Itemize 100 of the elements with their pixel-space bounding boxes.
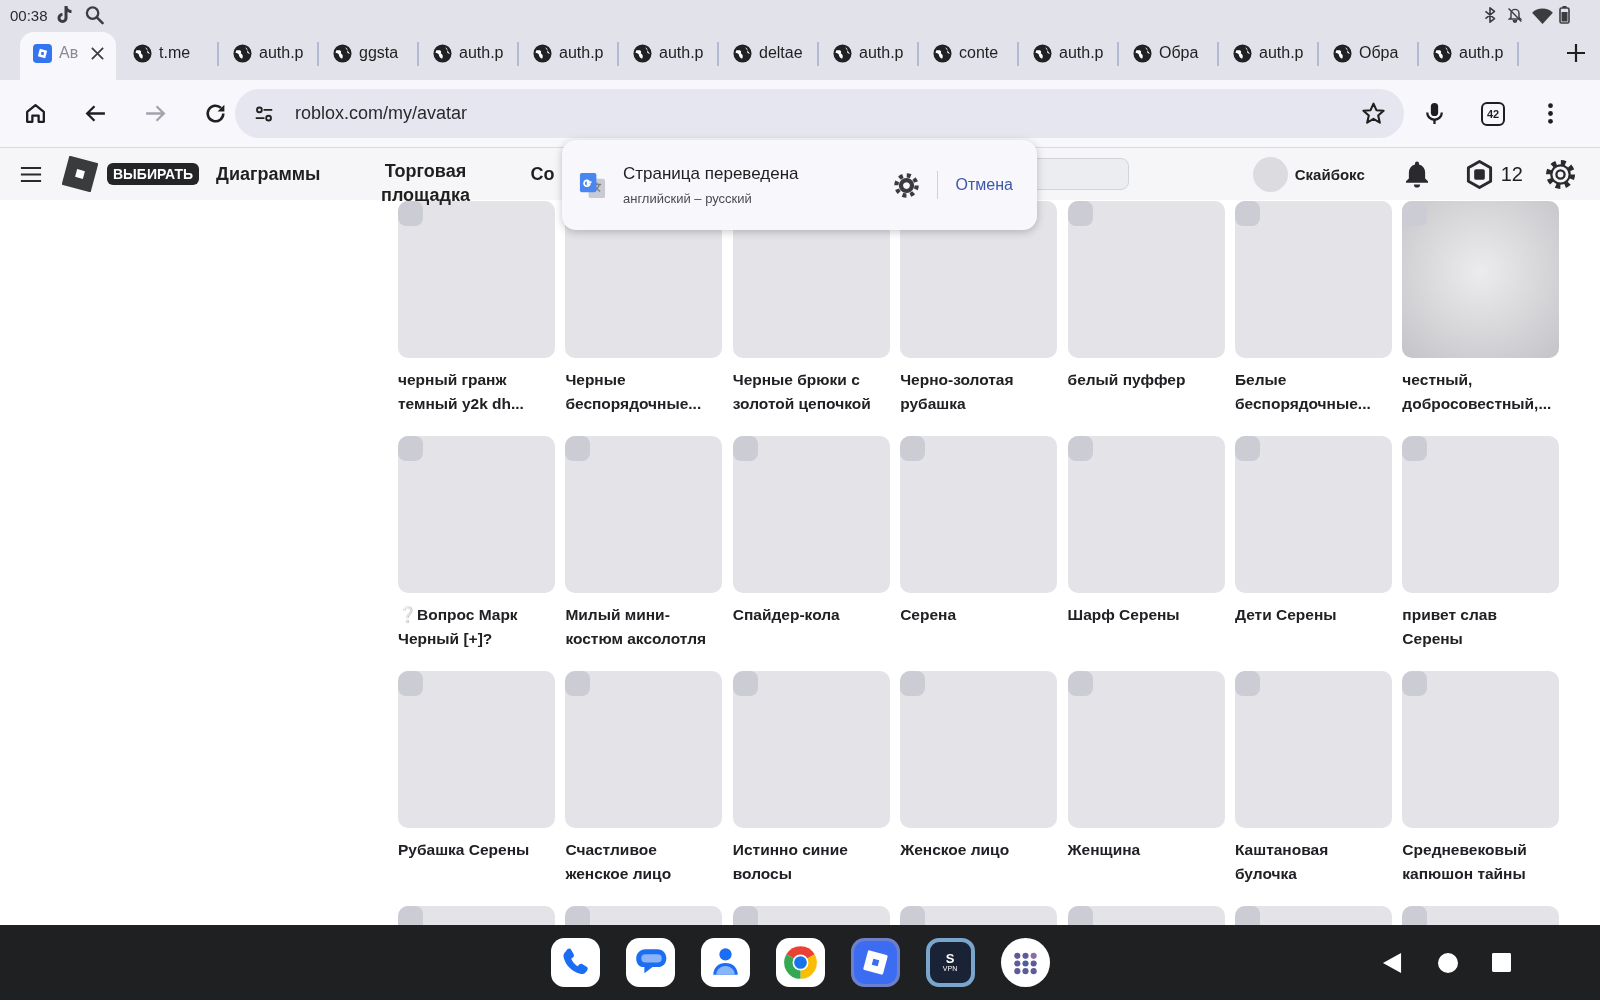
item-name[interactable]: Женщина <box>1067 838 1225 862</box>
item-name[interactable]: привет слав Серены <box>1402 603 1560 651</box>
item-name[interactable]: Женское лицо <box>900 838 1058 862</box>
item-thumbnail[interactable] <box>565 906 723 925</box>
item-thumbnail[interactable] <box>1067 201 1225 358</box>
url-text[interactable]: roblox.com/my/avatar <box>295 103 468 124</box>
item-thumbnail[interactable] <box>1234 436 1392 593</box>
globe-icon <box>233 43 252 63</box>
item-thumbnail[interactable] <box>1402 201 1560 358</box>
item-name[interactable]: Дети Серены <box>1234 603 1392 627</box>
item-thumbnail[interactable] <box>732 906 890 925</box>
bookmark-star-icon[interactable] <box>1361 101 1386 126</box>
nav-home-icon[interactable] <box>1438 952 1458 973</box>
item-name[interactable]: Милый мини-костюм аксолотля <box>565 603 723 651</box>
popup-title: Страница переведена <box>623 164 800 184</box>
close-icon[interactable] <box>90 46 105 61</box>
item-thumbnail[interactable] <box>900 671 1058 828</box>
globe-icon <box>833 43 852 63</box>
item-name[interactable]: Истинно синие волосы <box>732 838 890 886</box>
item-name[interactable]: Шарф Серены <box>1067 603 1225 627</box>
music-note-icon <box>55 5 75 25</box>
browser-app-icon[interactable] <box>775 938 825 987</box>
browser-tab[interactable]: auth.p <box>818 32 918 80</box>
browser-tab[interactable]: auth.p <box>1018 32 1118 80</box>
item-name[interactable]: Спайдер-кола <box>732 603 890 627</box>
address-bar[interactable]: roblox.com/my/avatar <box>235 89 1404 138</box>
browser-tab[interactable]: auth.p <box>1418 32 1518 80</box>
nav-back-icon[interactable] <box>1382 951 1402 974</box>
browser-tab[interactable]: auth.p <box>618 32 718 80</box>
home-icon[interactable] <box>23 101 48 126</box>
item-thumbnail[interactable] <box>1234 906 1392 925</box>
item-name[interactable]: Белые беспорядочные... <box>1234 368 1392 416</box>
item-thumbnail[interactable] <box>565 436 723 593</box>
browser-tab[interactable]: auth.p <box>1218 32 1318 80</box>
item-thumbnail[interactable] <box>398 436 555 593</box>
item-thumbnail[interactable] <box>900 906 1058 925</box>
item-thumbnail[interactable] <box>1067 436 1225 593</box>
app-favicon-icon <box>33 43 52 63</box>
bell-off-icon <box>1507 6 1523 24</box>
square-logo-app-icon[interactable] <box>850 938 900 987</box>
item-thumbnail[interactable] <box>900 436 1058 593</box>
header-badge[interactable]: ВЫБИРАТЬ <box>107 163 200 185</box>
globe-icon <box>633 43 652 63</box>
item-thumbnail[interactable] <box>565 671 723 828</box>
tab-count-button[interactable]: 42 <box>1481 101 1505 126</box>
browser-tab[interactable]: auth.p <box>518 32 618 80</box>
new-tab-icon[interactable] <box>1566 43 1586 63</box>
item-thumbnail[interactable] <box>732 671 890 828</box>
item-thumbnail[interactable] <box>398 671 555 828</box>
settings-icon[interactable] <box>1545 158 1576 190</box>
hexagon-coin-icon[interactable] <box>1464 158 1494 190</box>
browser-tab[interactable]: auth.p <box>418 32 518 80</box>
item-thumbnail[interactable] <box>1402 436 1560 593</box>
browser-tab[interactable]: Обра <box>1118 32 1218 80</box>
phone-app-icon[interactable] <box>550 938 600 987</box>
browser-tab[interactable]: Обра <box>1318 32 1418 80</box>
item-name[interactable]: Счастливое женское лицо <box>565 838 723 886</box>
browser-tab[interactable]: t.me <box>118 32 218 80</box>
globe-icon <box>1333 43 1352 63</box>
browser-tab[interactable]: conte <box>918 32 1018 80</box>
item-name[interactable]: Средневековый капюшон тайны <box>1402 838 1560 886</box>
browser-tab[interactable]: deltae <box>718 32 818 80</box>
item-name[interactable]: честный, добросовестный,... <box>1402 368 1560 416</box>
messages-app-icon[interactable] <box>625 938 675 987</box>
item-thumbnail[interactable] <box>1067 671 1225 828</box>
language-pair: английский – русский <box>623 191 753 206</box>
item-thumbnail[interactable] <box>398 906 555 925</box>
contacts-app-icon[interactable] <box>700 938 750 987</box>
item-name[interactable]: ❔Вопрос Марк Черный [+]? <box>398 603 555 651</box>
nav-link[interactable]: Диаграммы <box>216 162 321 186</box>
item-name[interactable]: Черные беспорядочные... <box>565 368 723 416</box>
settings-icon[interactable] <box>892 171 920 199</box>
item-name[interactable]: Серена <box>900 603 1058 627</box>
item-name[interactable]: черный гранж темный y2k dh... <box>398 368 555 416</box>
reload-icon[interactable] <box>203 101 228 126</box>
item-thumbnail[interactable] <box>1402 671 1560 828</box>
globe-icon <box>1233 43 1252 63</box>
item-name[interactable]: Черно-золотая рубашка <box>900 368 1058 416</box>
logo-icon[interactable] <box>62 156 98 192</box>
item-thumbnail[interactable] <box>1402 906 1560 925</box>
translate-icon[interactable] <box>578 170 607 200</box>
avatar-icon[interactable] <box>1252 156 1288 192</box>
item-thumbnail[interactable] <box>1067 906 1225 925</box>
menu-icon[interactable] <box>20 164 42 184</box>
bluetooth-icon <box>1482 6 1498 24</box>
item-name[interactable]: белый пуффер <box>1067 368 1225 392</box>
item-thumbnail[interactable] <box>1234 671 1392 828</box>
item-name[interactable]: Каштановая булочка <box>1234 838 1392 886</box>
item-thumbnail[interactable] <box>1234 201 1392 358</box>
item-name[interactable]: Рубашка Серены <box>398 838 555 862</box>
cancel-button[interactable]: Отмена <box>955 176 1013 194</box>
app-drawer-icon[interactable] <box>1000 938 1050 987</box>
browser-tab[interactable]: ggsta <box>318 32 418 80</box>
nav-recents-icon[interactable] <box>1492 953 1511 972</box>
nav-link[interactable]: Со <box>530 162 555 186</box>
username-link[interactable]: Скайбокс <box>1294 165 1365 183</box>
item-name[interactable]: Черные брюки с золотой цепочкой <box>732 368 890 416</box>
browser-tab[interactable]: auth.p <box>218 32 318 80</box>
item-thumbnail[interactable] <box>732 436 890 593</box>
nav-link[interactable]: Торговая площадка <box>377 159 474 207</box>
